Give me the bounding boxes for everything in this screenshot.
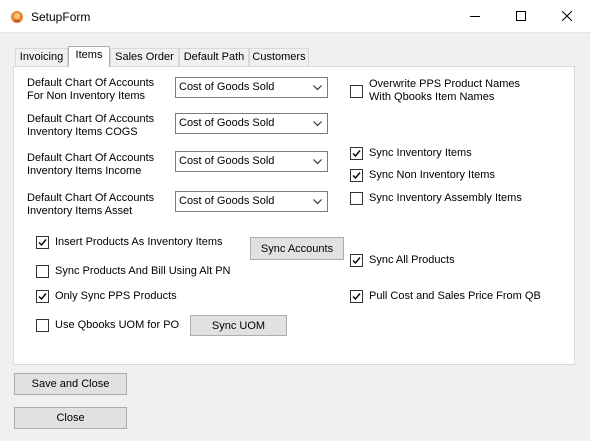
- sync-inventory-items-checkbox[interactable]: Sync Inventory Items: [350, 147, 490, 161]
- checkbox-label: Insert Products As Inventory Items: [55, 236, 223, 248]
- window-title: SetupForm: [31, 10, 91, 24]
- checkbox-box: [350, 85, 363, 98]
- checkbox-box: [350, 290, 363, 303]
- checkbox-label: Overwrite PPS Product Names With Qbooks I…: [369, 78, 520, 103]
- asset-account-select[interactable]: Cost of Goods Sold: [175, 191, 328, 212]
- checkbox-box: [36, 290, 49, 303]
- maximize-icon: [516, 11, 526, 21]
- use-qbooks-uom-checkbox[interactable]: Use Qbooks UOM for PO: [36, 319, 186, 333]
- account-label-asset: Default Chart Of Accounts Inventory Items…: [27, 192, 155, 217]
- minimize-icon: [470, 16, 480, 17]
- non-inventory-account-select[interactable]: Cost of Goods Sold: [175, 77, 328, 98]
- maximize-button[interactable]: [498, 0, 544, 33]
- close-window-button[interactable]: [544, 0, 590, 33]
- combo-value: Cost of Goods Sold: [179, 155, 275, 167]
- combo-value: Cost of Goods Sold: [179, 195, 275, 207]
- checkbox-label: Only Sync PPS Products: [55, 290, 177, 302]
- checkbox-box: [36, 319, 49, 332]
- checkmark-icon: [352, 150, 361, 158]
- account-label-income: Default Chart Of Accounts Inventory Items…: [27, 152, 155, 177]
- close-icon: [562, 11, 572, 21]
- checkmark-icon: [352, 172, 361, 180]
- checkmark-icon: [38, 293, 47, 301]
- checkbox-label: Sync Inventory Assembly Items: [369, 192, 522, 204]
- checkbox-box: [350, 254, 363, 267]
- close-button[interactable]: Close: [14, 407, 127, 429]
- checkmark-icon: [352, 257, 361, 265]
- tab-sales-order[interactable]: Sales Order: [110, 48, 179, 66]
- sync-uom-button[interactable]: Sync UOM: [190, 315, 287, 336]
- insert-as-inventory-checkbox[interactable]: Insert Products As Inventory Items: [36, 236, 236, 250]
- chevron-down-icon: [313, 121, 322, 127]
- sync-assembly-items-checkbox[interactable]: Sync Inventory Assembly Items: [350, 192, 530, 206]
- checkbox-box: [350, 147, 363, 160]
- items-tab-panel: Default Chart Of Accounts For Non Invento…: [13, 66, 575, 365]
- tab-customers[interactable]: Customers: [249, 48, 309, 66]
- minimize-button[interactable]: [452, 0, 498, 33]
- checkbox-label: Sync Products And Bill Using Alt PN: [55, 265, 231, 277]
- checkbox-box: [350, 192, 363, 205]
- only-sync-pps-checkbox[interactable]: Only Sync PPS Products: [36, 290, 196, 304]
- cogs-account-select[interactable]: Cost of Goods Sold: [175, 113, 328, 134]
- save-and-close-button[interactable]: Save and Close: [14, 373, 127, 395]
- tab-items[interactable]: Items: [68, 46, 110, 67]
- checkbox-label: Use Qbooks UOM for PO: [55, 319, 180, 331]
- chevron-down-icon: [313, 85, 322, 91]
- pull-cost-price-checkbox[interactable]: Pull Cost and Sales Price From QB: [350, 290, 550, 304]
- checkbox-box: [36, 265, 49, 278]
- overwrite-names-checkbox[interactable]: Overwrite PPS Product Names With Qbooks I…: [350, 78, 530, 103]
- sync-accounts-button[interactable]: Sync Accounts: [250, 237, 344, 260]
- income-account-select[interactable]: Cost of Goods Sold: [175, 151, 328, 172]
- account-label-cogs: Default Chart Of Accounts Inventory Items…: [27, 113, 155, 138]
- checkbox-box: [350, 169, 363, 182]
- tab-invoicing[interactable]: Invoicing: [15, 48, 68, 66]
- checkbox-label: Sync Non Inventory Items: [369, 169, 495, 181]
- chevron-down-icon: [313, 199, 322, 205]
- checkbox-box: [36, 236, 49, 249]
- sync-non-inventory-items-checkbox[interactable]: Sync Non Inventory Items: [350, 169, 510, 183]
- app-icon: [11, 11, 23, 23]
- combo-value: Cost of Goods Sold: [179, 81, 275, 93]
- chevron-down-icon: [313, 159, 322, 165]
- title-bar: SetupForm: [0, 0, 590, 33]
- combo-value: Cost of Goods Sold: [179, 117, 275, 129]
- checkmark-icon: [38, 239, 47, 247]
- checkmark-icon: [352, 293, 361, 301]
- sync-all-products-checkbox[interactable]: Sync All Products: [350, 254, 470, 268]
- checkbox-label: Sync Inventory Items: [369, 147, 472, 159]
- sync-alt-pn-checkbox[interactable]: Sync Products And Bill Using Alt PN: [36, 265, 236, 279]
- checkbox-label: Pull Cost and Sales Price From QB: [369, 290, 541, 302]
- account-label-non-inventory: Default Chart Of Accounts For Non Invento…: [27, 77, 155, 102]
- tab-default-path[interactable]: Default Path: [179, 48, 249, 66]
- checkbox-label: Sync All Products: [369, 254, 455, 266]
